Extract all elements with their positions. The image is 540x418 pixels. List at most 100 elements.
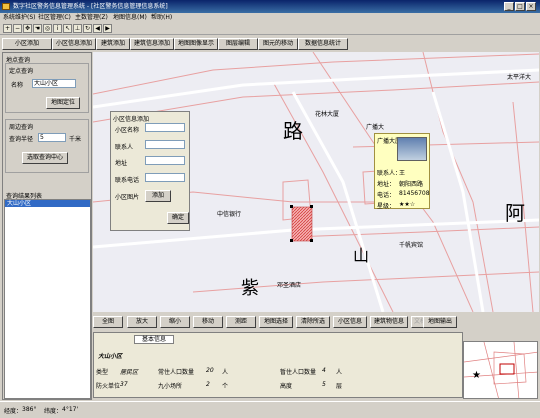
height-value: 5: [322, 381, 326, 388]
resident-value: 20: [206, 367, 214, 374]
move-feature-button[interactable]: 图元的移动: [258, 38, 298, 50]
add-picture-button[interactable]: 添加: [145, 190, 171, 202]
query-panel: 地点查询 定点查询 名称 大山小区 地图定位 周边查询 查询半径 5 千米 选取…: [2, 52, 92, 400]
menu-main-data[interactable]: 主数管理(Z): [75, 14, 108, 22]
app-icon: [2, 3, 10, 10]
temp-unit: 人: [336, 369, 343, 376]
move-button[interactable]: 移动: [193, 316, 223, 328]
address-input[interactable]: [145, 156, 185, 165]
fire-label: 防火单位: [96, 383, 121, 390]
maximize-icon[interactable]: □: [515, 2, 525, 11]
layer-edit-button[interactable]: 图层编辑: [218, 38, 258, 50]
menu-system[interactable]: 系统维护(S): [3, 14, 36, 22]
tab-basic-info[interactable]: 基本信息: [134, 335, 174, 344]
window-title: 数字社区警务信息管理系统 - [社区警务信息管理信息系统]: [13, 3, 168, 10]
point-query-section: 定点查询 名称 大山小区 地图定位: [5, 63, 89, 113]
add-community-button[interactable]: 小区添加: [2, 38, 52, 50]
field-contact: 联系人: [115, 144, 134, 151]
map-select-button[interactable]: 地图选择: [259, 316, 293, 328]
circle-query-title: 周边查询: [9, 124, 34, 131]
add-building-button[interactable]: 建筑添加: [96, 38, 130, 50]
full-extent-icon[interactable]: ◎: [43, 24, 52, 33]
minimize-icon[interactable]: _: [504, 2, 514, 11]
map-label-dengsheng: 邓圣酒店: [277, 282, 302, 289]
popup-phone-label: 电话：: [377, 192, 396, 199]
menu-help[interactable]: 帮助(H): [151, 14, 172, 22]
lon-value: 386°: [22, 406, 37, 413]
community-name-input[interactable]: [145, 123, 185, 132]
building-popup: 广播大厦 联系人： 王 地址： 朝阳西路 电话： 81456708 星级： ★★…: [374, 133, 430, 210]
locate-button[interactable]: 地图定位: [46, 97, 80, 109]
dialog-title: 小区信息添加: [113, 116, 150, 123]
field-picture: 小区图片: [115, 194, 140, 201]
fire-value: 37: [120, 381, 128, 388]
choose-center-button[interactable]: 选取查询中心: [22, 152, 68, 164]
add-building-info-button[interactable]: 建筑信息添加: [130, 38, 174, 50]
map-label-guangbo: 广播大: [366, 124, 385, 131]
circle-query-section: 周边查询 查询半径 5 千米 选取查询中心: [5, 119, 89, 173]
building-info-button[interactable]: 建筑物信息: [370, 316, 408, 328]
select-icon[interactable]: ↖: [63, 24, 72, 33]
map-label-flower-tower: 花林大厦: [315, 111, 340, 118]
type-value: 居民区: [120, 369, 139, 376]
type-label: 类型: [96, 369, 109, 376]
resident-label: 常住人口数量: [158, 369, 195, 376]
map-label-road-zi: 紫: [241, 278, 259, 299]
map-label-road-shan: 山: [353, 246, 370, 265]
svg-text:★: ★: [472, 370, 481, 381]
popup-address-label: 地址：: [377, 181, 396, 188]
community-info-button[interactable]: 小区信息: [333, 316, 367, 328]
menu-community[interactable]: 社区管理(C): [38, 14, 71, 22]
stats-button[interactable]: 数据信息统计: [298, 38, 348, 50]
menu-bar: 系统维护(S) 社区管理(C) 主数管理(Z) 地图信息(M) 帮助(H): [0, 13, 540, 23]
close-icon[interactable]: ×: [526, 2, 536, 11]
field-address: 地址: [115, 160, 128, 167]
temp-label: 暂住人口数量: [280, 369, 317, 376]
function-toolbar: 小区添加 小区信息添加 建筑添加 建筑信息添加 地图图像显示 图层编辑 图元的移…: [0, 36, 540, 51]
popup-level-value: ★★☆: [399, 201, 416, 208]
name-input[interactable]: 大山小区: [32, 79, 76, 88]
zoom-in-button[interactable]: 放大: [127, 316, 157, 328]
resident-unit: 人: [222, 369, 229, 376]
point-query-title: 定点查询: [9, 68, 34, 75]
floors-value: 2: [206, 381, 210, 388]
back-icon[interactable]: ◀: [93, 24, 102, 33]
refresh-icon[interactable]: ↻: [83, 24, 92, 33]
community-info-dialog: 小区信息添加 小区名称 联系人 地址 联系电话 小区图片 添加 确定: [110, 111, 190, 231]
pan-icon[interactable]: ✥: [23, 24, 32, 33]
phone-input[interactable]: [145, 173, 185, 182]
zoom-out-icon[interactable]: −: [13, 24, 22, 33]
zoom-in-icon[interactable]: +: [3, 24, 12, 33]
lat-label: 纬度：: [44, 408, 63, 415]
lat-value: 4°17': [62, 406, 79, 413]
info-panel: 基本信息 大山小区 类型 居民区 常住人口数量 20 人 暂住人口数量 4 人 …: [93, 332, 463, 398]
result-item[interactable]: 大山小区: [5, 200, 90, 207]
radius-label: 查询半径: [9, 136, 34, 143]
map-label-road-lu: 路: [283, 119, 303, 143]
measure-icon[interactable]: ⊥: [73, 24, 82, 33]
contact-input[interactable]: [145, 140, 185, 149]
map-label-taiping: 太平洋大: [507, 74, 532, 81]
zoom-out-button[interactable]: 缩小: [160, 316, 190, 328]
ok-button[interactable]: 确定: [167, 212, 189, 224]
overview-map[interactable]: ★: [463, 341, 538, 399]
measure-button[interactable]: 测距: [226, 316, 256, 328]
height-label: 高度: [280, 383, 293, 390]
field-phone: 联系电话: [115, 177, 140, 184]
forward-icon[interactable]: ▶: [103, 24, 112, 33]
add-community-info-button[interactable]: 小区信息添加: [52, 38, 96, 50]
map-export-button[interactable]: 地图输出: [423, 316, 457, 328]
floors-label: 九小场所: [158, 383, 183, 390]
map-image-button[interactable]: 地图图像显示: [174, 38, 218, 50]
map-label-qianfan: 千帆宾馆: [399, 242, 424, 249]
title-bar: 数字社区警务信息管理系统 - [社区警务信息管理信息系统] _ □ ×: [0, 0, 540, 13]
hand-icon[interactable]: ☚: [33, 24, 42, 33]
full-map-button[interactable]: 全图: [93, 316, 123, 328]
map-button-bar: 全图 放大 缩小 移动 测距 地图选择 清除所选 小区信息 建筑物信息 文档信息…: [93, 315, 539, 329]
popup-phone-value: 81456708: [399, 190, 430, 197]
menu-map[interactable]: 地图信息(M): [113, 14, 147, 22]
identify-icon[interactable]: i: [53, 24, 62, 33]
radius-input[interactable]: 5: [38, 133, 66, 142]
community-name: 大山小区: [98, 353, 123, 360]
clear-selection-button[interactable]: 清除所选: [296, 316, 330, 328]
